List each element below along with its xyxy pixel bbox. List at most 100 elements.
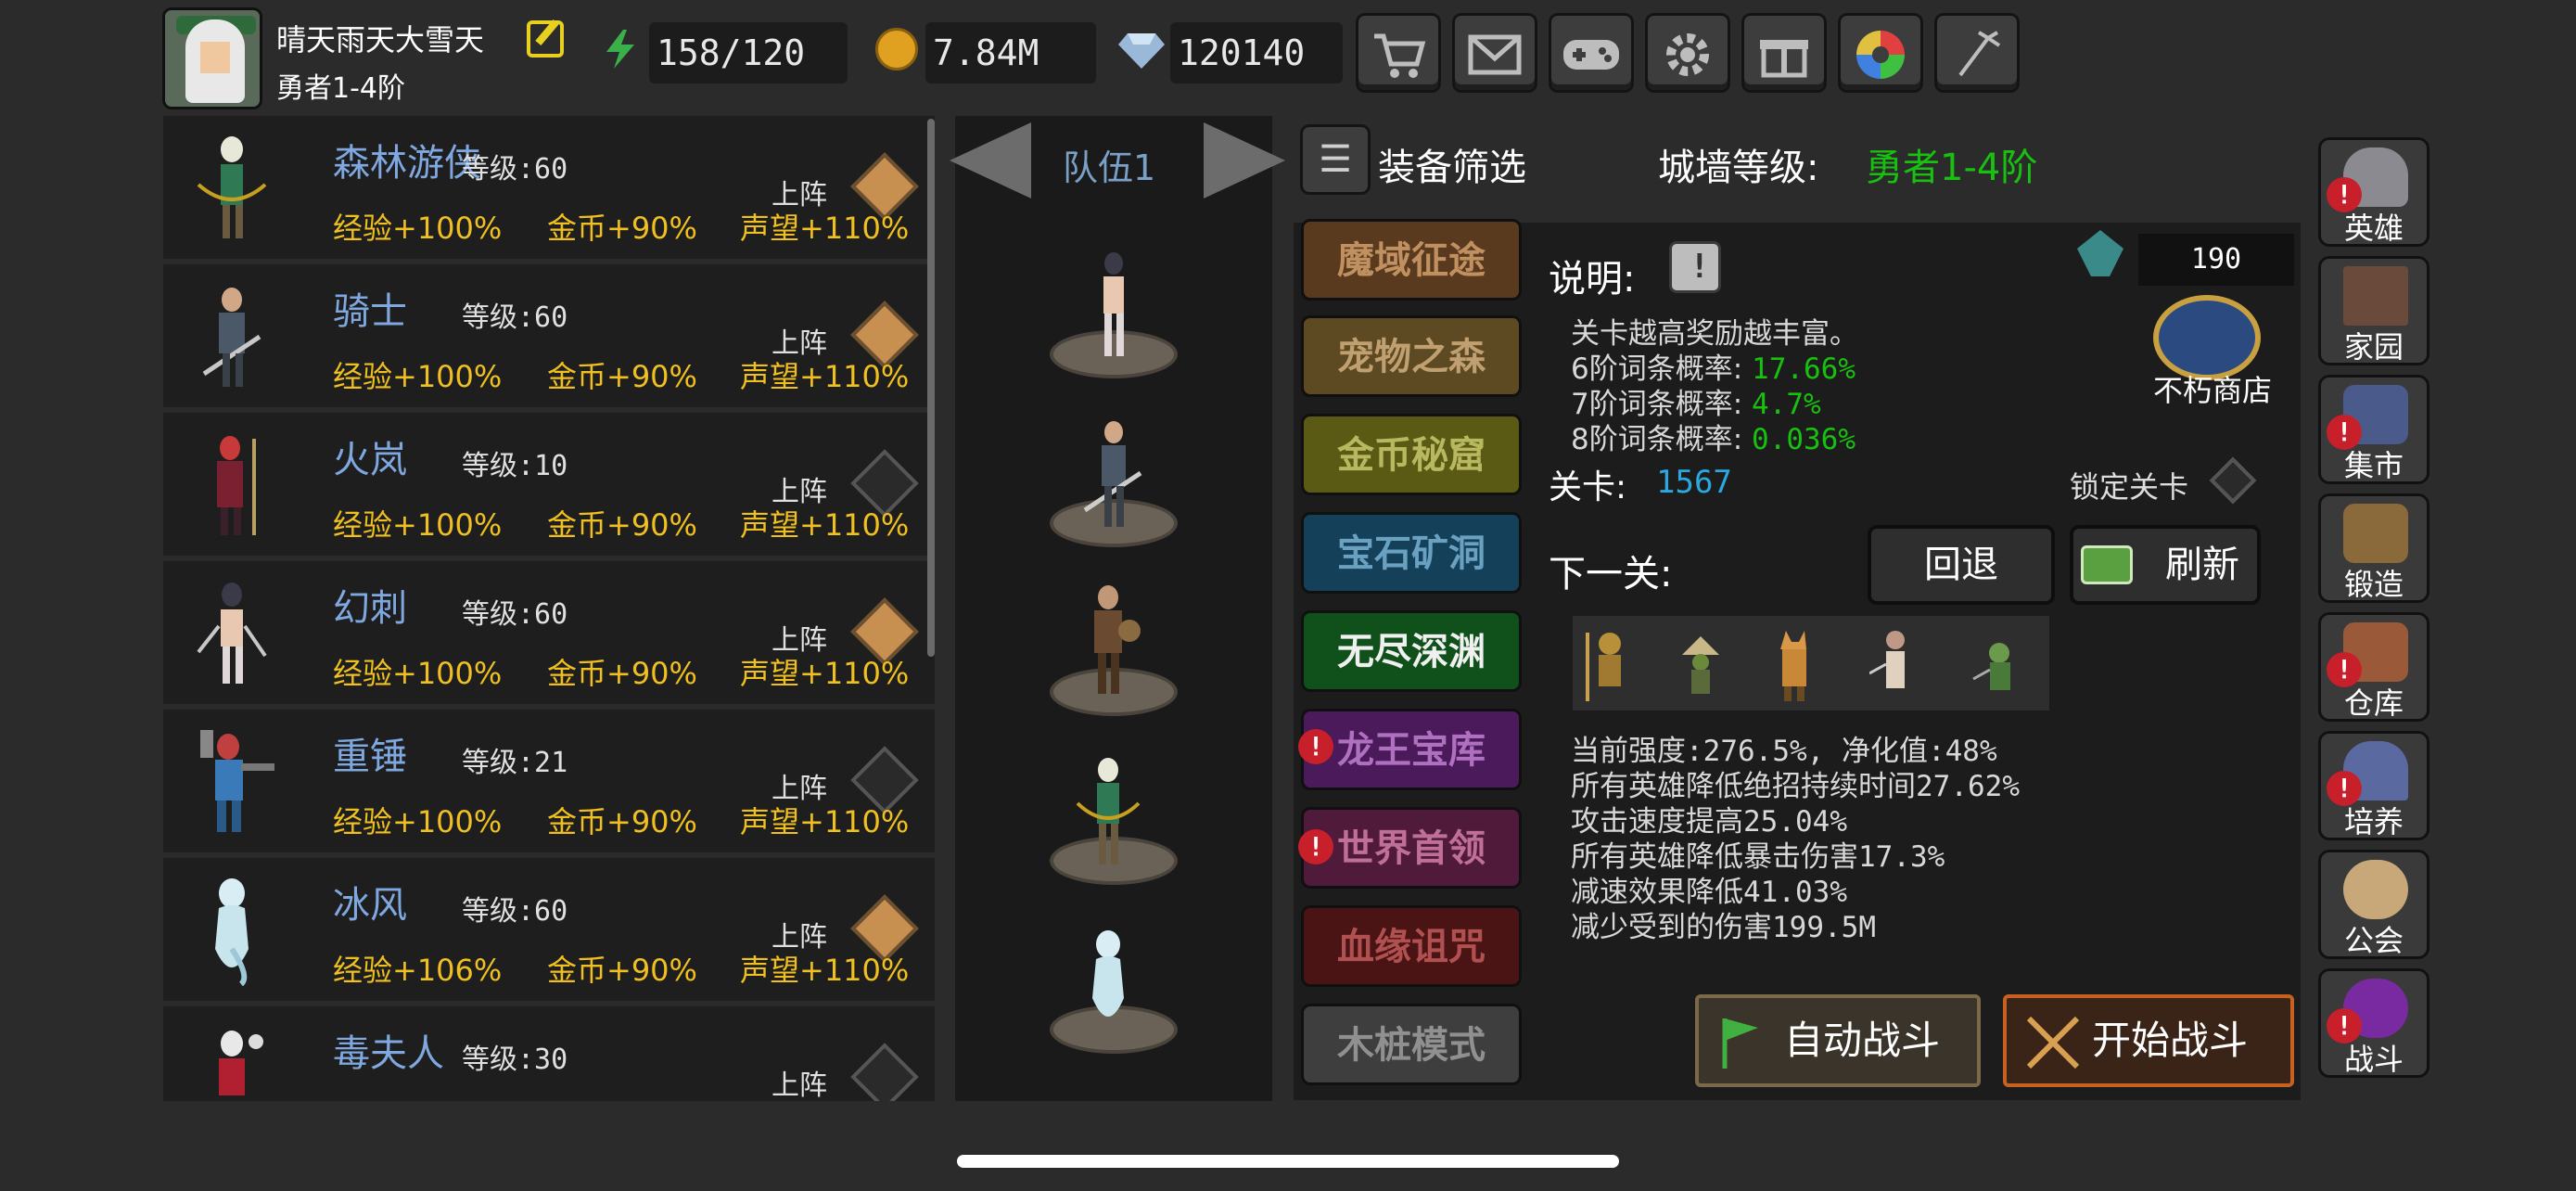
gold-coin-icon — [875, 28, 918, 70]
hero-level: 等级:10 — [462, 450, 568, 482]
side-menu-label: 英雄 — [2343, 211, 2404, 246]
enemy-preview — [1573, 616, 2049, 711]
settings-gear-button[interactable] — [1645, 13, 1730, 93]
side-menu-guild[interactable]: 公会 — [2318, 850, 2429, 959]
hero-portrait — [197, 583, 267, 684]
exp-bonus: 经验+100% — [333, 656, 503, 691]
hero-portrait — [202, 288, 261, 387]
firework-button[interactable] — [1934, 13, 2020, 93]
gift-button[interactable] — [1741, 13, 1827, 93]
alert-icon: ! — [1298, 729, 1333, 764]
side-menu-label: 集市 — [2343, 448, 2404, 483]
start-battle-button[interactable]: 开始战斗 — [2003, 994, 2294, 1087]
immortal-shop-label[interactable]: 不朽商店 — [2153, 367, 2272, 410]
team-slot-hero[interactable] — [1081, 417, 1146, 532]
mode-button-training-dummy[interactable]: 木桩模式 — [1301, 1004, 1522, 1085]
auto-battle-button[interactable]: 自动战斗 — [1695, 994, 1981, 1087]
fame-bonus: 声望+110% — [740, 359, 910, 394]
color-wheel-button[interactable] — [1838, 13, 1923, 93]
fame-bonus: 声望+110% — [740, 953, 910, 988]
hero-name: 毒夫人 — [333, 1032, 444, 1075]
rate-label: 8阶词条概率: — [1571, 423, 1743, 456]
castle-icon — [2343, 266, 2408, 326]
exp-bonus: 经验+106% — [333, 953, 503, 988]
hero-portrait — [217, 436, 256, 535]
exp-bonus: 经验+100% — [333, 804, 503, 839]
start-battle-label: 开始战斗 — [2092, 1018, 2249, 1063]
hero-list-scrollbar[interactable] — [927, 119, 935, 657]
side-menu-market[interactable]: ! 集市 — [2318, 375, 2429, 484]
side-menu-warehouse[interactable]: ! 仓库 — [2318, 612, 2429, 722]
mail-button[interactable] — [1452, 13, 1537, 93]
anvil-hammer-icon — [2343, 504, 2408, 563]
description-label: 说明: — [1549, 258, 1636, 301]
edit-name-icon[interactable] — [527, 20, 564, 58]
gem-counter: 120140 — [1170, 22, 1343, 83]
hero-row[interactable]: 重锤 等级:21 上阵 经验+100% 金币+90% 声望+110% — [163, 710, 935, 858]
gold-bonus: 金币+90% — [547, 359, 697, 394]
hero-row[interactable]: 毒夫人 等级:30 上阵 — [163, 1006, 935, 1101]
auto-battle-label: 自动战斗 — [1784, 1018, 1941, 1063]
wall-level-value: 勇者1-4阶 — [1866, 147, 2038, 189]
info-icon[interactable] — [1669, 241, 1721, 293]
stage-label: 关卡: — [1549, 468, 1627, 506]
mode-button-blood-curse[interactable]: 血缘诅咒 — [1301, 905, 1522, 987]
hero-row[interactable]: 冰风 等级:60 上阵 经验+106% 金币+90% 声望+110% — [163, 858, 935, 1006]
side-menu-forge[interactable]: 锻造 — [2318, 493, 2429, 603]
fame-bonus: 声望+110% — [740, 656, 910, 691]
deploy-toggle[interactable] — [850, 1043, 919, 1101]
hero-name: 骑士 — [333, 290, 407, 333]
shop-cart-button[interactable] — [1356, 13, 1441, 93]
fame-bonus: 声望+110% — [740, 211, 910, 246]
team-slot-hero[interactable] — [1076, 928, 1141, 1043]
diamond-icon — [1118, 28, 1165, 70]
exp-bonus: 经验+100% — [333, 359, 503, 394]
hero-name: 冰风 — [333, 884, 407, 927]
rate-value: 0.036% — [1752, 423, 1856, 456]
mode-button-gold-cave[interactable]: 金币秘窟 — [1301, 414, 1522, 495]
hero-list[interactable]: 森林游侠 等级:60 上阵 经验+100% 金币+90% 声望+110% 骑士 … — [163, 116, 935, 1101]
side-menu-battle[interactable]: ! 战斗 — [2318, 968, 2429, 1078]
home-indicator[interactable] — [957, 1155, 1619, 1168]
hero-name: 重锤 — [333, 736, 407, 778]
deploy-label: 上阵 — [772, 1069, 827, 1101]
retreat-button[interactable]: 回退 — [1868, 525, 2055, 605]
team-slot-hero[interactable] — [1076, 755, 1141, 870]
exp-bonus: 经验+100% — [333, 507, 503, 543]
hero-row[interactable]: 骑士 等级:60 上阵 经验+100% 金币+90% 声望+110% — [163, 264, 935, 413]
hero-row[interactable]: 火岚 等级:10 上阵 经验+100% 金币+90% 声望+110% — [163, 413, 935, 561]
mode-button-endless-abyss[interactable]: 无尽深渊 — [1301, 610, 1522, 692]
equipment-filter-label[interactable]: 装备筛选 — [1378, 137, 1526, 191]
hero-row[interactable]: 森林游侠 等级:60 上阵 经验+100% 金币+90% 声望+110% — [163, 116, 935, 264]
equipment-filter-button[interactable]: ☰ — [1300, 124, 1371, 195]
side-menu-label: 战斗 — [2343, 1042, 2404, 1077]
green-flag-icon — [1722, 1018, 1758, 1069]
fame-bonus: 声望+110% — [740, 804, 910, 839]
mode-button-world-boss[interactable]: 世界首领 — [1301, 807, 1522, 889]
hero-level: 等级:60 — [462, 153, 568, 186]
mode-button-pet-forest[interactable]: 宠物之森 — [1301, 315, 1522, 397]
mode-button-gem-mine[interactable]: 宝石矿洞 — [1301, 512, 1522, 594]
player-avatar[interactable] — [162, 7, 262, 109]
energy-counter: 158/120 — [649, 22, 848, 83]
gold-bonus: 金币+90% — [547, 211, 697, 246]
side-menu-heroes[interactable]: ! 英雄 — [2318, 137, 2429, 247]
next-stage-label: 下一关: — [1549, 553, 1673, 596]
side-menu-label: 公会 — [2343, 923, 2404, 958]
gem-count: 190 — [2138, 234, 2294, 286]
gold-bonus: 金币+90% — [547, 804, 697, 839]
gold-counter: 7.84M — [925, 22, 1096, 83]
mode-button-dragon-vault[interactable]: 龙王宝库 — [1301, 709, 1522, 790]
side-menu-home[interactable]: 家园 — [2318, 256, 2429, 365]
side-menu-training[interactable]: ! 培养 — [2318, 731, 2429, 840]
player-rank: 勇者1-4阶 — [276, 72, 405, 105]
gamepad-button[interactable] — [1549, 13, 1634, 93]
team-slot-hero[interactable] — [1081, 249, 1146, 364]
player-name: 晴天雨天大雪天 — [276, 22, 485, 58]
team-slot-hero[interactable] — [1076, 583, 1141, 698]
hero-row[interactable]: 幻刺 等级:60 上阵 经验+100% 金币+90% 声望+110% — [163, 561, 935, 710]
hero-level: 等级:60 — [462, 598, 568, 631]
mode-button-demon-realm[interactable]: 魔域征途 — [1301, 219, 1522, 301]
fame-bonus: 声望+110% — [740, 507, 910, 543]
hero-name: 森林游侠 — [333, 142, 481, 185]
